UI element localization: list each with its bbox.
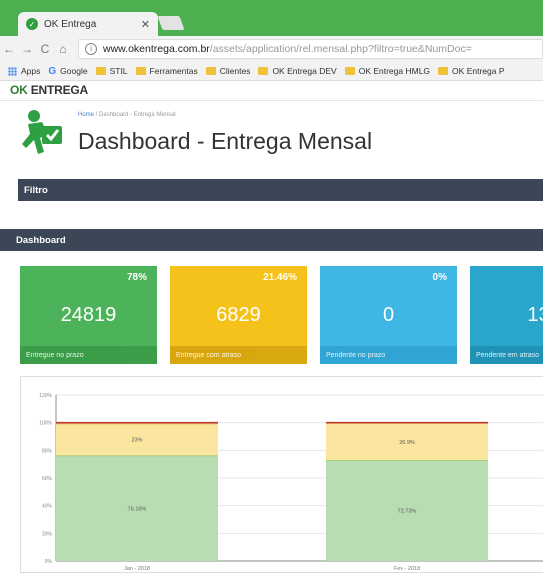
breadcrumb-current: Dashboard - Entrega Mensal: [99, 112, 176, 118]
summary-cards: 78% 24819 Entregue no prazo 21.46% 6829 …: [20, 266, 543, 366]
card-percent: 0%: [432, 272, 447, 283]
close-icon[interactable]: ✕: [141, 18, 150, 31]
bookmark-ok-prod[interactable]: OK Entrega P: [438, 66, 505, 76]
home-icon[interactable]: ⌂: [54, 42, 72, 56]
y-tick-label: 120%: [39, 393, 52, 399]
url-path: /assets/application/rel.mensal.php?filtr…: [209, 43, 472, 55]
y-tick-label: 100%: [39, 421, 52, 427]
data-label: 72.73%: [398, 509, 417, 515]
card-pending-on-time[interactable]: 0% 0 Pendente no prazo: [320, 266, 457, 364]
breadcrumb-home-link[interactable]: Home: [78, 112, 94, 118]
filter-section-header[interactable]: Filtro: [18, 179, 543, 201]
bookmarks-bar: Apps G Google STIL Ferramentas Clientes O…: [0, 62, 543, 81]
bookmark-ok-hmlg[interactable]: OK Entrega HMLG: [344, 66, 430, 76]
app-topbar: OK ENTREGA: [0, 80, 543, 101]
address-bar-row: ← → C ⌂ i www.okentrega.com.br/assets/ap…: [0, 36, 543, 62]
back-arrow-icon[interactable]: ←: [0, 42, 18, 56]
browser-tabstrip: ✓ OK Entrega ✕: [0, 0, 543, 36]
apps-grid-icon: [8, 66, 17, 76]
card-value: 24819: [60, 304, 117, 326]
card-label: Entregue no prazo: [20, 346, 157, 364]
browser-tab[interactable]: ✓ OK Entrega ✕: [18, 12, 158, 36]
bookmark-apps[interactable]: Apps: [8, 66, 40, 76]
folder-icon: [135, 67, 146, 75]
check-icon: ✓: [26, 18, 38, 30]
google-icon: G: [48, 65, 57, 77]
folder-icon: [95, 67, 106, 75]
x-tick-label: Fev - 2018: [394, 566, 420, 572]
card-percent: 78%: [126, 272, 147, 283]
brand-logo-text[interactable]: OK ENTREGA: [10, 83, 88, 97]
stacked-bar-chart: 0% 20% 40% 60% 80% 100% 120% 76.16% 23% Jan - 201…: [20, 376, 543, 573]
x-tick-label: Jan - 2018: [124, 566, 150, 572]
data-label: 23%: [131, 438, 142, 444]
bookmark-stil[interactable]: STIL: [95, 66, 128, 76]
card-late[interactable]: 21.46% 6829 Entregue com atraso: [170, 266, 307, 364]
card-label: Pendente no prazo: [320, 346, 457, 364]
info-icon[interactable]: i: [85, 43, 97, 55]
y-tick-label: 0%: [45, 559, 53, 565]
card-value: 13: [527, 304, 543, 326]
y-tick-label: 60%: [42, 476, 53, 482]
delivery-man-logo-icon: [22, 110, 62, 154]
card-pending-late[interactable]: 13 Pendente em atraso: [470, 266, 543, 364]
bookmark-ferramentas[interactable]: Ferramentas: [135, 66, 198, 76]
folder-icon: [205, 67, 216, 75]
y-tick-label: 20%: [42, 531, 53, 537]
card-label: Pendente em atraso: [470, 346, 543, 364]
chart-svg: 0% 20% 40% 60% 80% 100% 120% 76.16% 23% Jan - 201…: [39, 393, 543, 572]
page-title: Dashboard - Entrega Mensal: [78, 128, 373, 154]
url-host: www.okentrega.com.br: [103, 43, 210, 55]
url-input[interactable]: i www.okentrega.com.br/assets/applicatio…: [78, 39, 543, 59]
y-tick-label: 80%: [42, 448, 53, 454]
card-label: Entregue com atraso: [170, 346, 307, 364]
card-value: 6829: [216, 304, 261, 326]
data-label: 26.9%: [399, 440, 415, 446]
card-value: 0: [382, 304, 395, 326]
card-on-time[interactable]: 78% 24819 Entregue no prazo: [20, 266, 157, 364]
y-tick-label: 40%: [42, 504, 53, 510]
breadcrumb: Home / Dashboard - Entrega Mensal: [78, 112, 176, 118]
data-label: 76.16%: [128, 506, 147, 512]
card-percent: 21.46%: [263, 272, 297, 283]
forward-arrow-icon[interactable]: →: [18, 42, 36, 56]
folder-icon: [438, 67, 449, 75]
page-header: Home / Dashboard - Entrega Mensal Dashbo…: [0, 100, 543, 175]
bookmark-google[interactable]: G Google: [48, 66, 87, 77]
bookmark-ok-dev[interactable]: OK Entrega DEV: [258, 66, 337, 76]
folder-icon: [258, 67, 269, 75]
folder-icon: [344, 67, 355, 75]
dashboard-section-header: Dashboard: [0, 229, 543, 251]
reload-icon[interactable]: C: [36, 42, 54, 56]
tab-title: OK Entrega: [44, 18, 97, 30]
new-tab-button[interactable]: [157, 16, 185, 30]
bookmark-clientes[interactable]: Clientes: [205, 66, 250, 76]
